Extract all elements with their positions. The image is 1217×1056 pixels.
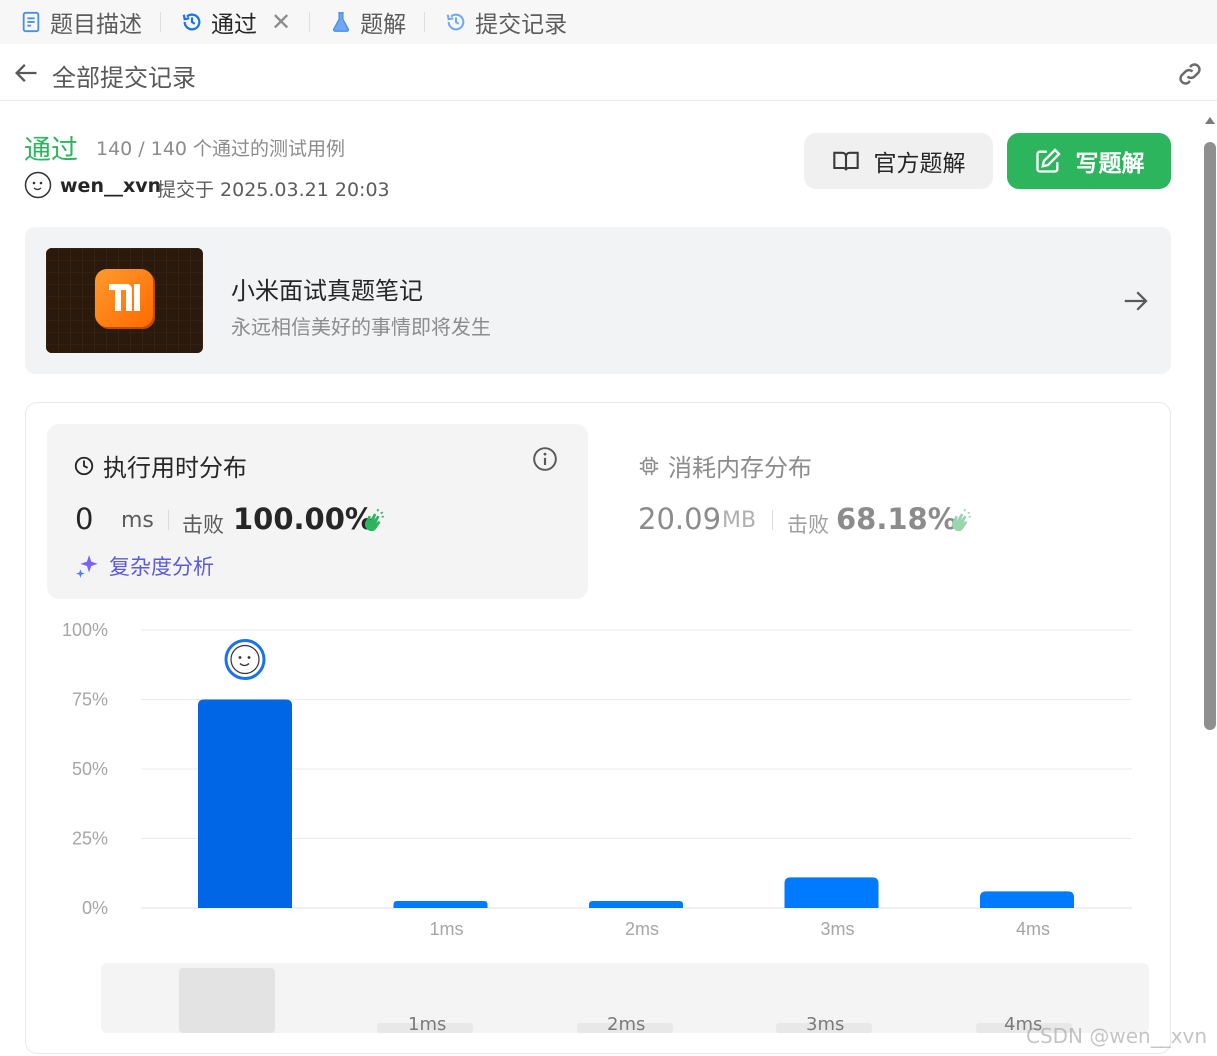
arrow-right-icon[interactable] <box>1121 286 1151 316</box>
x-tick-label: 3ms <box>820 919 854 939</box>
y-tick-label: 75% <box>72 690 108 710</box>
complexity-analysis-link[interactable]: 复杂度分析 <box>75 551 214 581</box>
runtime-title-label: 执行用时分布 <box>103 454 247 482</box>
chip-icon <box>639 456 659 475</box>
chart-bar[interactable] <box>198 699 292 909</box>
avatar[interactable] <box>24 171 52 199</box>
user-avatar-marker <box>224 639 266 680</box>
divider <box>168 510 169 530</box>
memory-beat-label: 击败 <box>787 513 829 537</box>
memory-title[interactable]: 消耗内存分布 <box>638 448 812 483</box>
chart-bar[interactable] <box>980 891 1074 908</box>
history-icon <box>182 13 201 31</box>
promo-subtitle: 永远相信美好的事情即将发生 <box>231 315 491 339</box>
runtime-value: 0 <box>75 502 94 536</box>
overview-tick: 1ms <box>408 1014 447 1035</box>
history-icon <box>446 13 465 31</box>
scroll-up-arrow[interactable] <box>1205 117 1215 124</box>
close-icon[interactable]: ✕ <box>271 8 291 36</box>
official-solution-label: 官方题解 <box>873 151 966 177</box>
overview-tick: 3ms <box>806 1014 845 1035</box>
chart-bar[interactable] <box>784 877 879 908</box>
tab-solutions-label: 题解 <box>360 12 407 38</box>
tab-description-label: 题目描述 <box>50 12 142 38</box>
official-solution-button[interactable]: 官方题解 <box>804 133 993 189</box>
write-solution-label: 写题解 <box>1075 151 1145 177</box>
chart-bar[interactable] <box>393 901 488 908</box>
performance-card: 执行用时分布 0 ms 击败 100.00% 复杂度分析 消耗内存分布 20.0… <box>25 402 1171 1054</box>
clap-icon <box>951 508 971 532</box>
clap-icon <box>364 508 384 532</box>
memory-unit: MB <box>722 508 757 533</box>
y-tick-label: 0% <box>82 898 108 918</box>
chart-canvas: 100% 75% 50% 25% 0% 1ms 2ms 3ms 4ms <box>62 620 1132 939</box>
write-solution-button[interactable]: 写题解 <box>1007 133 1171 189</box>
chart-overview[interactable]: 1ms 2ms 3ms 4ms <box>101 963 1149 1035</box>
runtime-beat-value: 100.00% <box>233 502 374 536</box>
xiaomi-logo <box>46 248 203 353</box>
clock-icon <box>74 456 94 475</box>
promo-banner[interactable]: 小米面试真题笔记 永远相信美好的事情即将发生 <box>25 227 1171 374</box>
runtime-beat-label: 击败 <box>182 513 224 537</box>
runtime-panel[interactable]: 执行用时分布 0 ms 击败 100.00% 复杂度分析 <box>47 424 588 599</box>
back-to-all-submissions[interactable]: 全部提交记录 <box>52 58 196 93</box>
runtime-unit: ms <box>121 508 154 533</box>
promo-title: 小米面试真题笔记 <box>231 277 423 305</box>
complexity-label: 复杂度分析 <box>109 555 214 579</box>
runtime-title: 执行用时分布 <box>73 448 247 483</box>
edit-icon <box>1035 148 1061 173</box>
memory-beat-value: 68.18% <box>836 502 957 536</box>
chart-bar[interactable] <box>589 901 683 908</box>
y-tick-label: 50% <box>72 759 108 779</box>
overview-tick: 2ms <box>607 1014 646 1035</box>
y-tick-label: 25% <box>72 829 108 849</box>
status-accepted: 通过 <box>24 135 78 166</box>
x-tick-label: 1ms <box>429 919 463 939</box>
tab-accepted-label: 通过 <box>211 12 257 38</box>
book-icon <box>832 151 859 171</box>
tab-bar: 题目描述 通过 ✕ 题解 提交记录 <box>0 0 1217 44</box>
info-icon[interactable] <box>532 446 558 472</box>
divider <box>772 510 773 530</box>
test-cases-count: 140 / 140 个通过的测试用例 <box>96 138 346 160</box>
runtime-distribution-chart: 100% 75% 50% 25% 0% 1ms 2ms 3ms 4ms <box>26 613 1170 958</box>
tab-solutions[interactable]: 题解 <box>310 7 407 38</box>
y-tick-label: 100% <box>62 620 108 640</box>
watermark: CSDN @wen__xvn <box>1026 1024 1208 1048</box>
x-tick-label: 4ms <box>1016 919 1050 939</box>
tab-submissions[interactable]: 提交记录 <box>425 7 568 38</box>
tab-accepted[interactable]: 通过 ✕ <box>161 7 291 38</box>
username[interactable]: wen__xvn <box>60 175 161 197</box>
tab-submissions-label: 提交记录 <box>475 12 568 38</box>
sparkle-icon <box>76 555 98 578</box>
memory-title-label: 消耗内存分布 <box>668 454 812 482</box>
document-icon <box>22 11 40 33</box>
x-tick-label: 2ms <box>625 919 659 939</box>
flask-icon <box>333 12 350 32</box>
submissions-header: 全部提交记录 <box>0 45 1217 101</box>
link-icon[interactable] <box>1175 59 1205 89</box>
tab-description[interactable]: 题目描述 <box>0 7 142 38</box>
scrollbar-thumb[interactable] <box>1204 142 1216 730</box>
overview-selection-handle[interactable] <box>179 968 275 1033</box>
submitted-time: 提交于 2025.03.21 20:03 <box>157 179 390 201</box>
arrow-left-icon[interactable] <box>12 59 40 87</box>
memory-value: 20.09 <box>638 502 722 536</box>
